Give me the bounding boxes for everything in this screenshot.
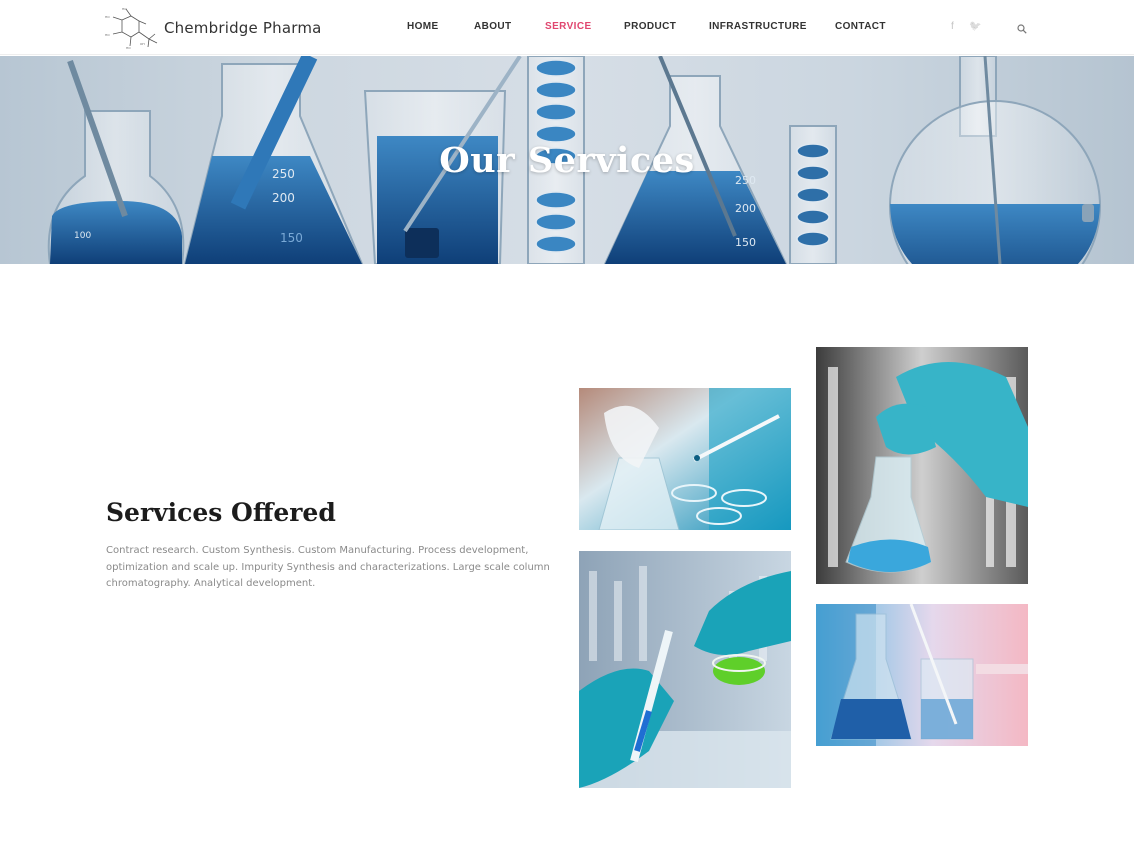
nav-contact[interactable]: CONTACT: [835, 21, 886, 32]
lab-photo-flask: [816, 347, 1028, 584]
nav-infrastructure[interactable]: INFRASTRUCTURE: [709, 21, 807, 32]
twitter-icon[interactable]: 🐦: [969, 21, 981, 32]
svg-text:150: 150: [735, 236, 756, 249]
search-icon[interactable]: [1017, 21, 1027, 39]
svg-text:HO: HO: [105, 15, 110, 19]
molecule-logo-icon: HO HO HO HO OH: [105, 7, 158, 50]
svg-text:100: 100: [74, 231, 91, 241]
nav-about[interactable]: ABOUT: [474, 21, 512, 32]
section-title: Services Offered: [106, 498, 336, 527]
svg-text:HO: HO: [105, 33, 110, 37]
svg-text:OH: OH: [140, 42, 145, 46]
nav-home[interactable]: HOME: [407, 21, 439, 32]
logo-text: Chembridge Pharma: [164, 19, 322, 37]
svg-text:HO: HO: [126, 46, 131, 50]
lab-photo-beakers: [816, 604, 1028, 746]
site-header: HO HO HO HO OH Chembridge Pharma HOME AB…: [0, 0, 1134, 55]
section-description: Contract research. Custom Synthesis. Cus…: [106, 545, 550, 589]
hero-title: Our Services: [439, 140, 695, 181]
svg-text:150: 150: [280, 231, 303, 245]
nav-service[interactable]: SERVICE: [545, 21, 592, 32]
svg-text:200: 200: [272, 191, 295, 205]
svg-text:HO: HO: [122, 7, 127, 11]
lab-photo-gloves: [579, 551, 791, 788]
lab-photo-pipette: [579, 388, 791, 530]
svg-text:200: 200: [735, 202, 756, 215]
nav-product[interactable]: PRODUCT: [624, 21, 676, 32]
logo[interactable]: HO HO HO HO OH Chembridge Pharma: [104, 6, 322, 50]
hero-banner: 100 250 200 150 250 200 150 Our Services: [0, 56, 1134, 264]
facebook-icon[interactable]: f: [951, 21, 954, 32]
